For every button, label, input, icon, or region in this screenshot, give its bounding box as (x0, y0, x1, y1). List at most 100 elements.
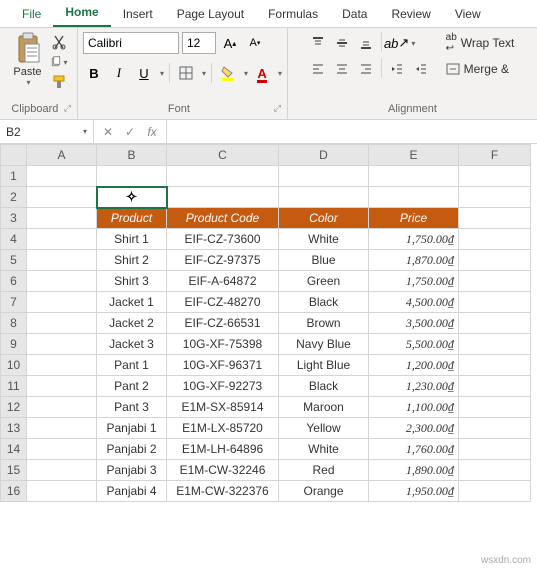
cell[interactable] (459, 439, 531, 460)
cell[interactable]: Price (369, 208, 459, 229)
cell[interactable]: Color (279, 208, 369, 229)
cell[interactable] (459, 250, 531, 271)
increase-font-icon[interactable]: A▴ (219, 32, 241, 54)
cell[interactable]: Green (279, 271, 369, 292)
cell[interactable] (459, 292, 531, 313)
cell[interactable]: 1,870.00₫ (369, 250, 459, 271)
paste-button[interactable]: Paste ▾ (10, 32, 46, 87)
align-right-icon[interactable] (355, 58, 377, 80)
cell[interactable] (459, 334, 531, 355)
cell[interactable]: Jacket 1 (97, 292, 167, 313)
cell[interactable]: Shirt 3 (97, 271, 167, 292)
cell[interactable] (369, 187, 459, 208)
cell[interactable]: E1M-CW-322376 (167, 481, 279, 502)
col-header[interactable]: E (369, 145, 459, 166)
cell[interactable]: Panjabi 4 (97, 481, 167, 502)
align-top-icon[interactable] (307, 32, 329, 54)
cell[interactable] (27, 250, 97, 271)
cell[interactable] (459, 229, 531, 250)
cell[interactable]: E1M-LX-85720 (167, 418, 279, 439)
cell[interactable]: 1,100.00₫ (369, 397, 459, 418)
cell[interactable]: 4,500.00₫ (369, 292, 459, 313)
name-box[interactable]: B2▾ (0, 120, 94, 143)
spreadsheet-grid[interactable]: A B C D E F 12✧3ProductProduct CodeColor… (0, 144, 537, 502)
cell[interactable] (27, 460, 97, 481)
cell[interactable]: ✧ (97, 187, 167, 208)
cell[interactable] (27, 376, 97, 397)
col-header[interactable]: B (97, 145, 167, 166)
row-header[interactable]: 11 (1, 376, 27, 397)
tab-review[interactable]: Review (379, 1, 442, 27)
cell[interactable]: 1,230.00₫ (369, 376, 459, 397)
tab-insert[interactable]: Insert (111, 1, 165, 27)
cell[interactable]: White (279, 229, 369, 250)
cell[interactable]: EIF-A-64872 (167, 271, 279, 292)
cancel-icon[interactable]: ✕ (98, 122, 118, 142)
tab-formulas[interactable]: Formulas (256, 1, 330, 27)
cell[interactable]: Shirt 2 (97, 250, 167, 271)
cell[interactable] (459, 376, 531, 397)
cell[interactable] (27, 334, 97, 355)
font-size-select[interactable] (182, 32, 216, 54)
copy-icon[interactable]: ▾ (50, 54, 68, 70)
italic-button[interactable]: I (108, 62, 130, 84)
cell[interactable]: Red (279, 460, 369, 481)
bold-button[interactable]: B (83, 62, 105, 84)
cell[interactable] (167, 187, 279, 208)
cell[interactable] (27, 229, 97, 250)
cell[interactable]: Blue (279, 250, 369, 271)
cell[interactable] (27, 397, 97, 418)
row-header[interactable]: 2 (1, 187, 27, 208)
row-header[interactable]: 13 (1, 418, 27, 439)
tab-data[interactable]: Data (330, 1, 379, 27)
tab-file[interactable]: File (10, 1, 53, 27)
cell[interactable]: EIF-CZ-73600 (167, 229, 279, 250)
row-header[interactable]: 15 (1, 460, 27, 481)
cell[interactable]: 1,890.00₫ (369, 460, 459, 481)
cell[interactable]: 1,760.00₫ (369, 439, 459, 460)
row-header[interactable]: 3 (1, 208, 27, 229)
cell[interactable]: Panjabi 1 (97, 418, 167, 439)
cell[interactable]: EIF-CZ-97375 (167, 250, 279, 271)
tab-home[interactable]: Home (53, 0, 110, 27)
cell[interactable]: Pant 3 (97, 397, 167, 418)
increase-indent-icon[interactable] (410, 58, 432, 80)
row-header[interactable]: 14 (1, 439, 27, 460)
row-header[interactable]: 16 (1, 481, 27, 502)
cell[interactable]: Product (97, 208, 167, 229)
cell[interactable]: Black (279, 376, 369, 397)
row-header[interactable]: 9 (1, 334, 27, 355)
cell[interactable] (459, 460, 531, 481)
decrease-font-icon[interactable]: A▾ (244, 32, 266, 54)
row-header[interactable]: 1 (1, 166, 27, 187)
cell[interactable]: 10G-XF-96371 (167, 355, 279, 376)
cell[interactable] (167, 166, 279, 187)
col-header[interactable]: D (279, 145, 369, 166)
cell[interactable] (27, 355, 97, 376)
cell[interactable]: 1,950.00₫ (369, 481, 459, 502)
decrease-indent-icon[interactable] (386, 58, 408, 80)
cell[interactable]: 10G-XF-75398 (167, 334, 279, 355)
tab-view[interactable]: View (443, 1, 493, 27)
cell[interactable]: Brown (279, 313, 369, 334)
row-header[interactable]: 6 (1, 271, 27, 292)
cell[interactable] (369, 166, 459, 187)
cell[interactable] (459, 271, 531, 292)
cell[interactable] (27, 418, 97, 439)
cell[interactable] (27, 481, 97, 502)
cell[interactable] (459, 313, 531, 334)
cell[interactable] (27, 439, 97, 460)
cell[interactable]: 1,200.00₫ (369, 355, 459, 376)
font-name-select[interactable] (83, 32, 179, 54)
cell[interactable]: 2,300.00₫ (369, 418, 459, 439)
cell[interactable]: Black (279, 292, 369, 313)
font-color-icon[interactable]: A (251, 62, 273, 84)
col-header[interactable]: A (27, 145, 97, 166)
cell[interactable]: Shirt 1 (97, 229, 167, 250)
align-center-icon[interactable] (331, 58, 353, 80)
cell[interactable]: EIF-CZ-48270 (167, 292, 279, 313)
cell[interactable]: Pant 1 (97, 355, 167, 376)
col-header[interactable]: C (167, 145, 279, 166)
cut-icon[interactable] (50, 34, 68, 50)
cell[interactable]: Pant 2 (97, 376, 167, 397)
